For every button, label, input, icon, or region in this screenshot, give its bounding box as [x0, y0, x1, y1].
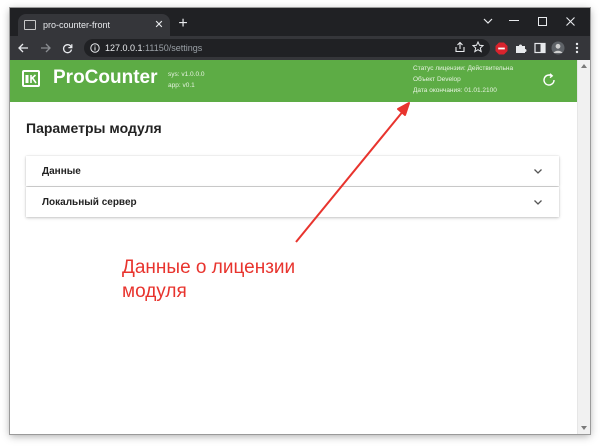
new-tab-icon[interactable]: + — [175, 16, 191, 32]
tab-search-chevron-icon[interactable] — [476, 13, 500, 29]
counter-logo-icon — [22, 70, 40, 87]
back-icon[interactable] — [12, 37, 34, 59]
data-panel[interactable]: Данные — [26, 156, 559, 186]
app-version: app: v0.1 — [168, 82, 195, 89]
side-panel-icon[interactable] — [531, 39, 549, 57]
forward-icon[interactable] — [34, 37, 56, 59]
scroll-up-icon[interactable] — [581, 64, 587, 68]
browser-tab[interactable]: pro-counter-front ✕ — [18, 14, 170, 36]
page-icon — [24, 20, 36, 30]
refresh-icon[interactable] — [541, 72, 557, 88]
browser-window: pro-counter-front ✕ + 127.0.0.1:11150/se… — [10, 8, 590, 434]
tab-strip: pro-counter-front ✕ + — [10, 8, 590, 36]
version-info: sys: v1.0.0.0 app: v0.1 — [168, 69, 205, 91]
license-status: Статус лицензии: Действительна — [413, 65, 514, 72]
profile-avatar[interactable] — [549, 39, 567, 57]
info-icon[interactable] — [90, 43, 100, 53]
tab-title: pro-counter-front — [43, 20, 111, 30]
url-host: 127.0.0.1 — [105, 43, 143, 53]
panel-title: Локальный сервер — [42, 196, 137, 208]
sys-version: sys: v1.0.0.0 — [168, 71, 205, 78]
extensions-puzzle-icon[interactable] — [512, 39, 530, 57]
app-header: ProCounter sys: v1.0.0.0 app: v0.1 Стату… — [10, 60, 577, 102]
minimize-icon[interactable] — [502, 13, 526, 29]
annotation-line-2: модуля — [122, 281, 187, 302]
panel-title: Данные — [42, 165, 81, 177]
chevron-down-icon[interactable] — [533, 166, 543, 176]
address-bar[interactable]: 127.0.0.1:11150/settings — [84, 39, 490, 57]
annotation-line-1: Данные о лицензии — [122, 257, 296, 278]
page-scrollbar[interactable] — [577, 60, 590, 434]
browser-toolbar: 127.0.0.1:11150/settings — [10, 36, 590, 60]
share-icon[interactable] — [454, 41, 466, 53]
chevron-down-icon[interactable] — [533, 197, 543, 207]
maximize-icon[interactable] — [530, 13, 554, 29]
reload-icon[interactable] — [56, 37, 78, 59]
page-title: Параметры модуля — [26, 120, 162, 136]
local-server-panel[interactable]: Локальный сервер — [26, 187, 559, 217]
scroll-down-icon[interactable] — [581, 426, 587, 430]
url-path: :11150/settings — [142, 43, 203, 53]
license-expiry: Дата окончания: 01.01.2100 — [413, 87, 497, 94]
browser-menu-icon[interactable] — [568, 39, 586, 57]
adblock-extension-icon[interactable] — [492, 39, 510, 57]
license-object: Объект Develop — [413, 76, 461, 83]
annotation-caption: Данные о лицензии модуля — [122, 256, 295, 304]
bookmark-star-icon[interactable] — [472, 41, 484, 53]
url-text[interactable]: 127.0.0.1:11150/settings — [105, 43, 202, 53]
tab-close-icon[interactable]: ✕ — [154, 19, 164, 31]
license-info: Статус лицензии: Действительна Объект De… — [413, 63, 513, 96]
brand-name: ProCounter — [53, 67, 158, 88]
close-window-icon[interactable] — [558, 13, 582, 29]
